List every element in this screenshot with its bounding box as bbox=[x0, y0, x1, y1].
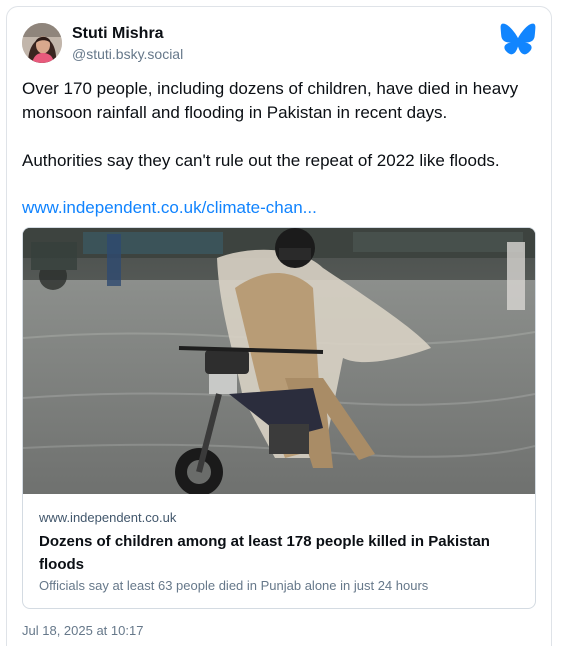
post-timestamp[interactable]: Jul 18, 2025 at 10:17 bbox=[22, 623, 143, 638]
flooded-street-motorcycle-photo-icon bbox=[23, 228, 535, 496]
avatar[interactable] bbox=[22, 23, 62, 63]
link-card-domain: www.independent.co.uk bbox=[39, 510, 177, 525]
post-body: Over 170 people, including dozens of chi… bbox=[22, 77, 540, 173]
post-paragraph: Authorities say they can't rule out the … bbox=[22, 151, 500, 170]
author-handle[interactable]: @stuti.bsky.social bbox=[72, 46, 183, 62]
post-card: Stuti Mishra @stuti.bsky.social Over 170… bbox=[6, 6, 552, 646]
link-card[interactable]: www.independent.co.uk Dozens of children… bbox=[22, 227, 536, 609]
link-card-description: Officials say at least 63 people died in… bbox=[39, 578, 429, 593]
link-card-title: Dozens of children among at least 178 pe… bbox=[39, 533, 490, 573]
post-paragraph: Over 170 people, including dozens of chi… bbox=[22, 79, 519, 122]
post-link[interactable]: www.independent.co.uk/climate-chan... bbox=[22, 197, 317, 219]
link-card-image bbox=[23, 228, 535, 496]
bluesky-butterfly-icon[interactable] bbox=[500, 23, 536, 55]
author-name[interactable]: Stuti Mishra bbox=[72, 25, 164, 43]
profile-photo-icon bbox=[22, 23, 62, 63]
